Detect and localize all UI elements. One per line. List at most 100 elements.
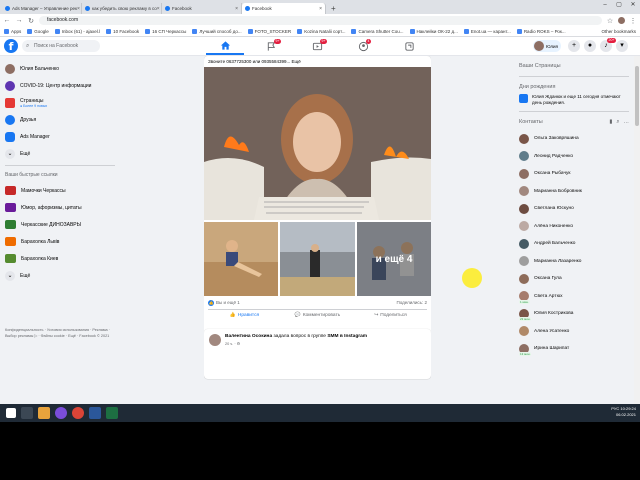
shortcut-item[interactable]: Черкасские ДИНОЗАВРЫ (0, 216, 120, 233)
post-group[interactable]: SMM в Instagram (327, 334, 367, 339)
bookmark-item[interactable]: 10 Facebook (106, 29, 139, 34)
contact-item[interactable]: Оксана Гула (515, 270, 633, 288)
search-input[interactable]: ⌕ Поиск на Facebook (22, 40, 100, 52)
scrollbar-thumb[interactable] (635, 66, 639, 126)
shares-count[interactable]: Поделились: 2 (397, 300, 428, 305)
more-photos-overlay[interactable]: и ещё 4 (357, 222, 431, 296)
contact-item[interactable]: Оксана Рыбачук (515, 165, 633, 183)
search-icon[interactable]: ⌕ (616, 119, 619, 126)
contact-item[interactable]: Светлана Юскуно (515, 200, 633, 218)
shortcuts-more-button[interactable]: ⌄ Ещё (0, 267, 120, 284)
bookmark-item[interactable]: Лучший способ до... (192, 29, 242, 34)
maximize-icon[interactable]: ▢ (612, 0, 626, 10)
search-icon[interactable] (21, 407, 33, 419)
sidebar-item-covid[interactable]: COVID-19: Центр информации (0, 77, 120, 94)
system-tray[interactable]: РУС 10:29:24 06.02.2021 (611, 406, 636, 418)
likes-count[interactable]: Вы и ещё 1 (216, 300, 240, 305)
sidebar-more-button[interactable]: ⌄ Ещё (0, 145, 120, 162)
reload-icon[interactable]: ↻ (27, 17, 35, 25)
contact-item[interactable]: Алена Усатенко (515, 323, 633, 341)
forward-icon[interactable]: → (15, 17, 23, 24)
bookmark-item[interactable]: FOTO_STOCKER (247, 29, 291, 34)
back-icon[interactable]: ← (3, 17, 11, 24)
browser-tab[interactable]: как убедить свою рекламу в со × (82, 3, 162, 14)
bookmark-item[interactable]: Google (27, 29, 49, 34)
bookmark-item[interactable]: Наклейки ОК-22 д... (409, 29, 458, 34)
sidebar-item-ads-manager[interactable]: Ads Manager (0, 128, 120, 145)
profile-avatar[interactable] (618, 17, 625, 24)
browser-tab[interactable]: Facebook × (162, 3, 242, 14)
last-active-badge: 1 мин. (519, 299, 530, 304)
share-button[interactable]: ↪ Поделиться (354, 313, 427, 318)
post-author[interactable]: Валентина Осокина (225, 334, 272, 339)
language-indicator[interactable]: РУС (611, 406, 619, 411)
contact-item[interactable]: Ольга Заковряшина (515, 130, 633, 148)
close-window-icon[interactable]: ✕ (626, 0, 640, 10)
bookmark-item[interactable]: Enot.ua — карант... (463, 29, 511, 34)
close-tab-icon[interactable]: × (157, 6, 160, 12)
post-thumbnail-3[interactable]: и ещё 4 (357, 222, 431, 296)
sidebar-item-profile[interactable]: Юлия Бальченко (0, 60, 120, 77)
menu-dots-icon[interactable]: ⋮ (629, 17, 637, 25)
word-icon[interactable] (89, 407, 101, 419)
sidebar-item-friends[interactable]: Друзья (0, 111, 120, 128)
close-tab-icon[interactable]: × (77, 6, 80, 12)
contact-item[interactable]: Андрей Бальченко (515, 235, 633, 253)
nav-watch[interactable]: 9+ (252, 37, 290, 55)
url-input[interactable]: facebook.com (39, 16, 602, 25)
contact-item[interactable]: Юлия Кострикова 23 мин. (515, 305, 633, 323)
bookmark-item[interactable]: Radio ROKS – Рок... (516, 29, 566, 34)
browser-tab[interactable]: Ads Manager – Управление рек × (2, 3, 82, 14)
bookmark-item[interactable]: Kozina Natalii сорт... (297, 29, 345, 34)
shortcut-item[interactable]: Барахолка Львів (0, 233, 120, 250)
post-thumbnail-1[interactable] (204, 222, 278, 296)
shortcut-item[interactable]: Мамочки Черкассы (0, 182, 120, 199)
post-main-photo[interactable] (204, 67, 431, 220)
contact-item[interactable]: Света Артюх 1 мин. (515, 288, 633, 306)
contact-item[interactable]: Марианна Бобровник (515, 183, 633, 201)
star-icon[interactable]: ☆ (606, 17, 614, 25)
like-button[interactable]: 👍 Нравится (208, 313, 281, 318)
comment-button[interactable]: 💬 Комментировать (281, 313, 354, 318)
contact-item[interactable]: Леонид Радченко (515, 148, 633, 166)
minimize-icon[interactable]: – (598, 0, 612, 10)
close-tab-icon[interactable]: × (235, 6, 238, 12)
home-icon (220, 40, 230, 50)
bookmark-item[interactable]: Apps (4, 29, 21, 34)
shortcut-item[interactable]: Барахолка Киев (0, 250, 120, 267)
nav-groups[interactable]: 4 (344, 37, 382, 55)
app-icon[interactable] (106, 407, 118, 419)
other-bookmarks[interactable]: Other bookmarks (601, 29, 636, 34)
file-explorer-icon[interactable] (38, 407, 50, 419)
windows-start-icon[interactable] (6, 408, 16, 418)
browser-tab-active[interactable]: Facebook × (242, 3, 326, 14)
share-icon: ↪ (374, 313, 379, 318)
bookmark-item[interactable]: 16 СП Черкассы (145, 29, 186, 34)
post-thumbnail-2[interactable] (280, 222, 355, 296)
sidebar-item-pages[interactable]: Страницы ● Более 9 новых (0, 94, 120, 111)
bookmark-item[interactable]: Inbox (61) - ajaxel.l (54, 29, 100, 34)
video-call-icon[interactable]: ▮ (609, 119, 612, 126)
nav-gaming[interactable] (390, 37, 428, 55)
profile-button[interactable]: Юлия (533, 40, 561, 52)
nav-home[interactable] (206, 37, 244, 55)
messenger-icon[interactable]: ● (584, 40, 596, 52)
viber-icon[interactable] (55, 407, 67, 419)
chrome-icon[interactable] (72, 407, 84, 419)
contact-item[interactable]: Ирина Шарипат 13 мин. (515, 340, 633, 358)
more-options-icon[interactable]: … (624, 119, 630, 126)
new-tab-button[interactable]: + (326, 3, 341, 14)
page-scrollbar[interactable] (634, 56, 640, 422)
contact-item[interactable]: Алёна Никоненко (515, 218, 633, 236)
nav-video[interactable]: 9+ (298, 37, 336, 55)
avatar[interactable] (209, 334, 221, 346)
account-menu-icon[interactable]: ▾ (616, 40, 628, 52)
create-icon[interactable]: + (568, 40, 580, 52)
facebook-logo[interactable]: f (4, 39, 18, 53)
contact-item[interactable]: Марианна Лазаренко (515, 253, 633, 271)
close-tab-icon[interactable]: × (319, 6, 322, 12)
bookmark-item[interactable]: Camera Shutter Cou... (351, 29, 404, 34)
footer-links[interactable]: Конфиденциальность · Условия использован… (5, 328, 115, 339)
birthday-notice[interactable]: Юлия Жданюк и еще 11 сегодня отмечают де… (515, 94, 633, 106)
shortcut-item[interactable]: Юмор, афоризмы, цитаты (0, 199, 120, 216)
